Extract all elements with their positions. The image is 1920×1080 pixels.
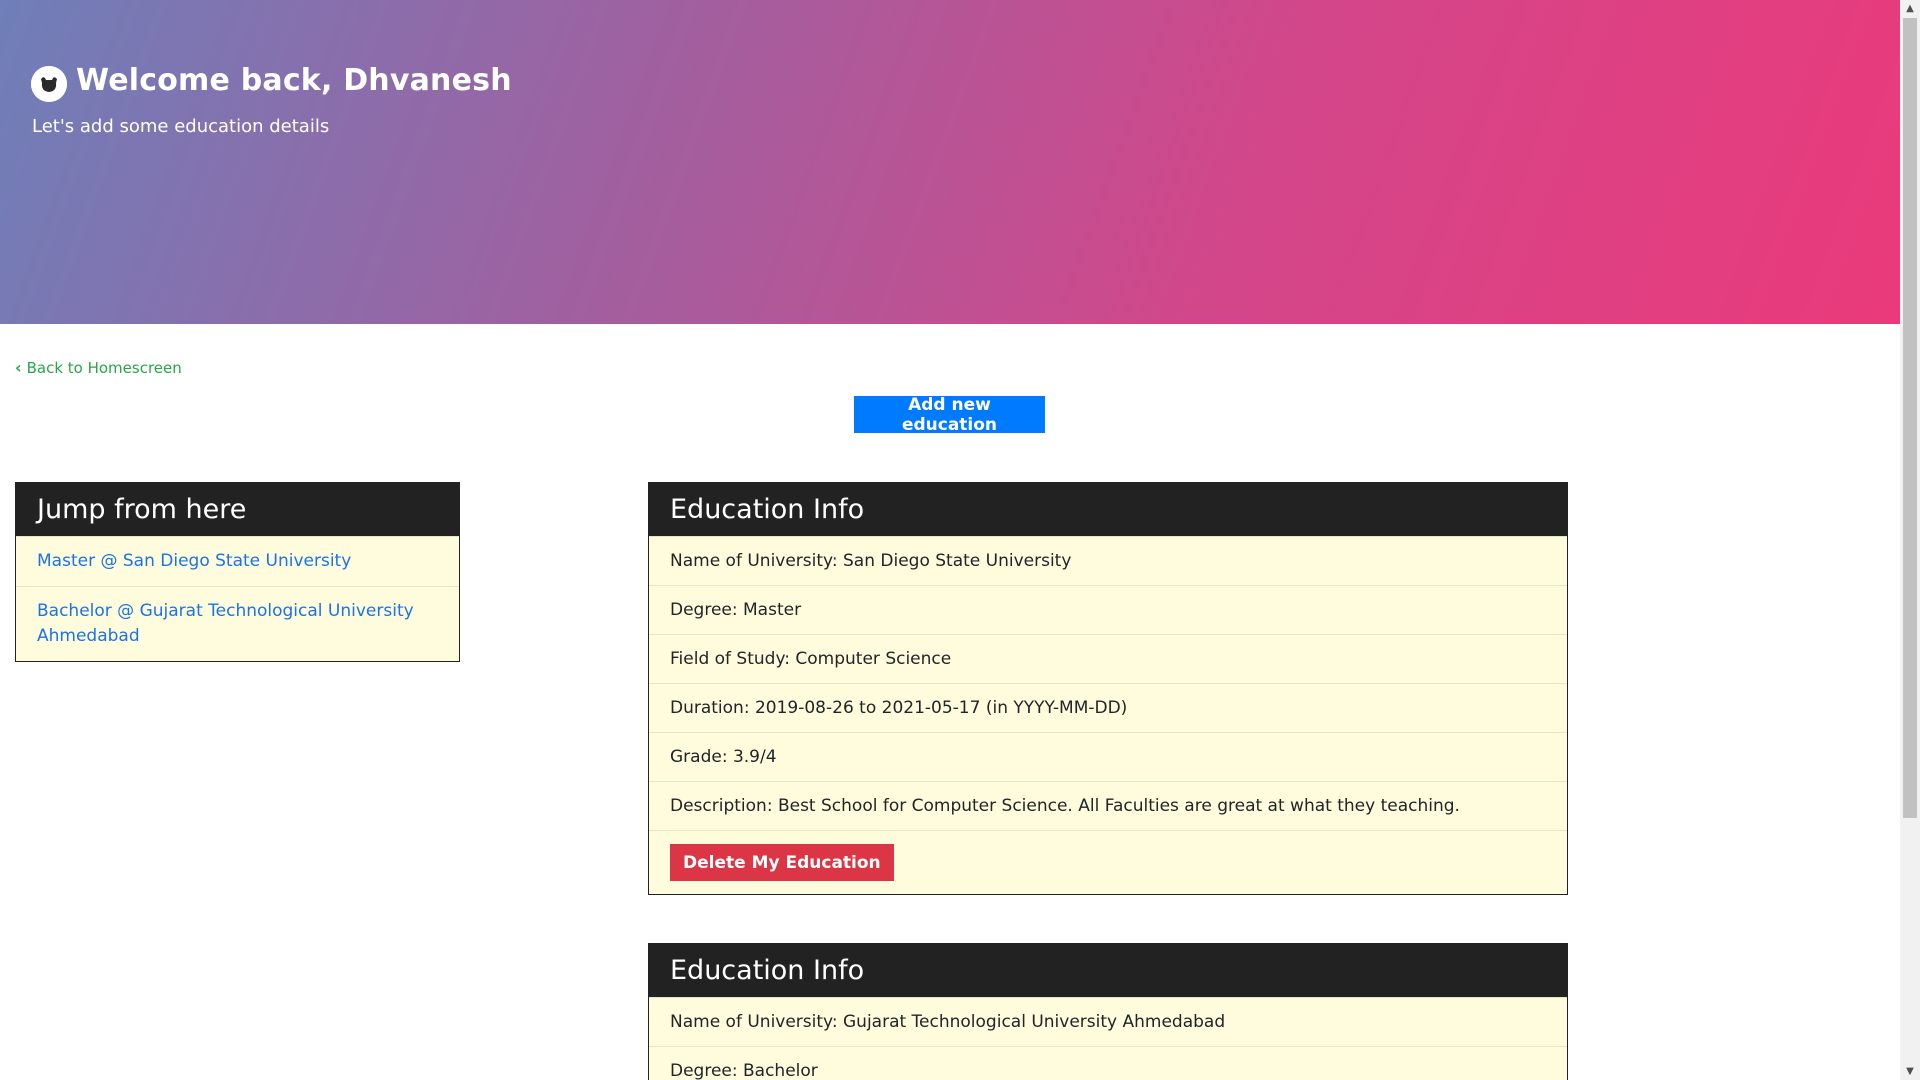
vertical-scrollbar[interactable]: ▲ ▼ xyxy=(1900,0,1920,1080)
grade-field: Grade: 3.9/4 xyxy=(649,732,1567,781)
university-field: Name of University: San Diego State Univ… xyxy=(649,536,1567,585)
duration-field: Duration: 2019-08-26 to 2021-05-17 (in Y… xyxy=(649,683,1567,732)
welcome-title: Welcome back, Dhvanesh xyxy=(76,62,512,98)
delete-education-button[interactable]: Delete My Education xyxy=(670,844,894,881)
user-avatar-icon xyxy=(31,66,67,102)
chevron-left-icon: ‹ xyxy=(15,358,22,377)
education-card: Education Info Name of University: Gujar… xyxy=(648,943,1568,1080)
field-of-study: Field of Study: Computer Science xyxy=(649,634,1567,683)
page: Welcome back, Dhvanesh Let's add some ed… xyxy=(0,0,1900,1080)
welcome-subtitle: Let's add some education details xyxy=(32,116,330,137)
jump-panel: Jump from here Master @ San Diego State … xyxy=(15,482,460,662)
scrollbar-thumb[interactable] xyxy=(1903,18,1917,818)
back-to-homescreen-link[interactable]: ‹ Back to Homescreen xyxy=(15,358,182,377)
welcome-heading: Welcome back, Dhvanesh xyxy=(31,62,512,102)
education-card-title: Education Info xyxy=(649,483,1567,536)
jump-link-bachelor[interactable]: Bachelor @ Gujarat Technological Univers… xyxy=(16,586,459,661)
jump-panel-title: Jump from here xyxy=(16,483,459,536)
hero-header: Welcome back, Dhvanesh Let's add some ed… xyxy=(0,0,1900,324)
delete-row: Delete My Education xyxy=(649,830,1567,894)
jump-link-master[interactable]: Master @ San Diego State University xyxy=(16,536,459,586)
degree-field: Degree: Bachelor xyxy=(649,1046,1567,1080)
add-new-education-button[interactable]: Add new education xyxy=(854,395,1045,435)
back-link-label: Back to Homescreen xyxy=(26,358,182,377)
university-field: Name of University: Gujarat Technologica… xyxy=(649,997,1567,1046)
education-card-title: Education Info xyxy=(649,944,1567,997)
education-card: Education Info Name of University: San D… xyxy=(648,482,1568,895)
scroll-down-icon[interactable]: ▼ xyxy=(1900,1063,1920,1080)
description-field: Description: Best School for Computer Sc… xyxy=(649,781,1567,830)
degree-field: Degree: Master xyxy=(649,585,1567,634)
scroll-up-icon[interactable]: ▲ xyxy=(1900,0,1920,17)
